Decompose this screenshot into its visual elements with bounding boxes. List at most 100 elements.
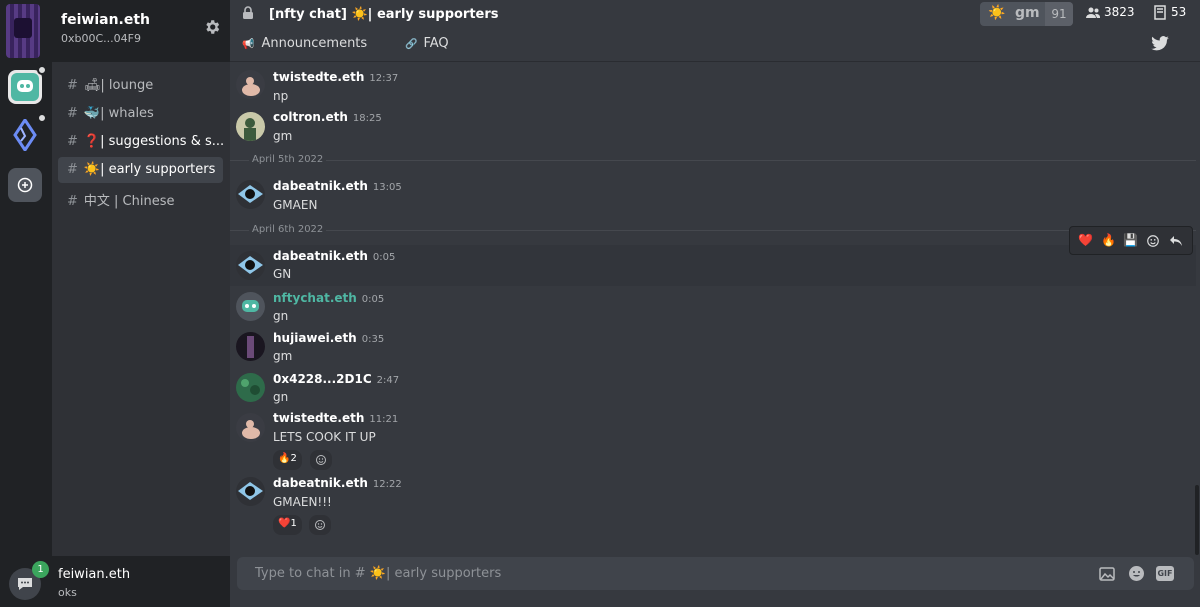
channel-label: 🛋| lounge — [83, 78, 154, 93]
fire-reaction-button[interactable]: 🔥 — [1101, 233, 1116, 247]
hash-icon: # — [67, 162, 78, 177]
message[interactable]: dabeatnik.eth 13:05 GMAEN — [230, 174, 1196, 216]
heart-reaction-button[interactable]: ❤️ — [1078, 233, 1093, 247]
message-author[interactable]: dabeatnik.eth 0:05 — [273, 249, 395, 263]
add-reaction-icon[interactable] — [1146, 234, 1160, 248]
plus-circle-icon — [17, 177, 33, 193]
message-timestamp: 11:21 — [369, 414, 399, 425]
user-name: feiwian.eth — [58, 567, 131, 582]
server-nftychat[interactable] — [8, 65, 47, 104]
chat-bubble-icon — [18, 578, 32, 590]
message-timestamp: 0:05 — [361, 294, 385, 305]
message-text: GMAEN!!! — [273, 495, 332, 509]
gear-icon[interactable] — [203, 18, 221, 36]
holders-count: 53 — [1171, 5, 1187, 19]
emoji-icon[interactable] — [1128, 565, 1145, 582]
message[interactable]: twistedte.eth 12:37 np — [230, 66, 1196, 108]
message[interactable]: 0x4228...2D1C 2:47 gn — [230, 368, 1196, 409]
unread-dot — [37, 113, 47, 123]
message-author[interactable]: dabeatnik.eth 13:05 — [273, 179, 402, 193]
message[interactable]: coltron.eth 18:25 gm — [230, 108, 1196, 150]
message-composer[interactable]: Type to chat in # ☀️| early supporters G… — [237, 557, 1194, 590]
tab-label: Announcements — [261, 36, 368, 51]
message-text: GN — [273, 267, 292, 281]
members-count: 3823 — [1104, 5, 1135, 19]
gm-count: 91 — [1045, 2, 1073, 26]
message-author[interactable]: twistedte.eth 11:21 — [273, 411, 398, 425]
message-timestamp: 2:47 — [376, 375, 400, 386]
message-input[interactable]: Type to chat in # ☀️| early supporters — [255, 566, 501, 581]
message-author[interactable]: twistedte.eth 12:37 — [273, 70, 398, 84]
members-icon[interactable] — [1086, 6, 1100, 19]
message-author[interactable]: hujiawei.eth 0:35 — [273, 331, 384, 345]
message[interactable]: nftychat.eth 0:05 gn — [230, 286, 1196, 327]
channel-chinese[interactable]: # 中文 | Chinese — [58, 185, 223, 211]
tab-announcements[interactable]: 📢 Announcements — [242, 36, 367, 51]
unread-dot — [37, 65, 47, 75]
avatar[interactable] — [236, 251, 265, 280]
avatar[interactable] — [236, 180, 265, 209]
hash-icon: # — [67, 194, 78, 209]
avatar[interactable] — [236, 70, 265, 99]
message[interactable]: dabeatnik.eth 0:05 GN — [230, 245, 1196, 286]
date-divider-label: April 5th 2022 — [249, 154, 327, 165]
server-ens[interactable] — [8, 113, 47, 152]
message-timestamp: 18:25 — [352, 113, 382, 124]
hash-icon: # — [67, 134, 78, 149]
message-timestamp: 0:35 — [361, 334, 385, 345]
message-text: gn — [273, 309, 289, 323]
channel-suggestions[interactable]: # ❓| suggestions & s... — [58, 129, 223, 155]
gm-button[interactable]: ☀️ gm 91 — [980, 2, 1073, 26]
user-status: oks — [58, 586, 77, 599]
gif-icon[interactable]: GIF — [1156, 566, 1174, 581]
message-text: LETS COOK IT UP — [273, 430, 376, 444]
reaction-heart[interactable]: ❤️1 — [273, 515, 302, 535]
avatar[interactable] — [236, 373, 265, 402]
emoji-add-icon — [316, 455, 326, 465]
link-icon: 🔗 — [405, 39, 418, 50]
sun-icon: ☀️ — [988, 5, 1006, 21]
reply-icon[interactable] — [1169, 235, 1183, 247]
message-author[interactable]: coltron.eth 18:25 — [273, 110, 382, 124]
channel-label: ☀️| early supporters — [83, 162, 216, 177]
channel-list: # 🛋| lounge # 🐳| whales # ❓| suggestions & … — [52, 62, 230, 556]
avatar[interactable] — [236, 332, 265, 361]
date-divider — [230, 160, 1196, 161]
message-list[interactable]: twistedte.eth 12:37 np coltron.eth 18:25 g… — [230, 62, 1200, 556]
channel-label: ❓| suggestions & s... — [83, 134, 223, 149]
message-author[interactable]: dabeatnik.eth 12:22 — [273, 476, 402, 490]
message[interactable]: hujiawei.eth 0:35 gm — [230, 327, 1196, 368]
message-text: gn — [273, 390, 289, 404]
message-author[interactable]: 0x4228...2D1C 2:47 — [273, 372, 399, 386]
user-panel[interactable]: 1 feiwian.eth oks — [0, 556, 230, 607]
message-text: gm — [273, 129, 293, 143]
channel-lounge[interactable]: # 🛋| lounge — [58, 73, 223, 99]
profile-avatar[interactable] — [6, 4, 40, 58]
gm-label: gm — [1015, 5, 1040, 21]
message[interactable]: twistedte.eth 11:21 LETS COOK IT UP 🔥2 — [230, 409, 1196, 475]
lock-icon — [243, 6, 253, 19]
avatar[interactable] — [236, 112, 265, 141]
tab-faq[interactable]: 🔗 FAQ — [405, 36, 449, 51]
reaction-fire[interactable]: 🔥2 — [273, 450, 302, 470]
twitter-icon[interactable] — [1150, 36, 1170, 52]
add-server-button[interactable] — [8, 168, 42, 202]
avatar[interactable] — [236, 413, 265, 442]
image-icon[interactable] — [1099, 566, 1115, 582]
nftychat-logo-icon — [17, 80, 33, 92]
message-author[interactable]: nftychat.eth 0:05 — [273, 291, 384, 305]
message[interactable]: dabeatnik.eth 12:22 GMAEN!!! ❤️1 — [230, 475, 1196, 541]
scrollbar[interactable] — [1195, 485, 1199, 555]
ens-logo-icon — [13, 119, 37, 151]
channel-early-supporters[interactable]: # ☀️| early supporters — [58, 157, 223, 183]
avatar[interactable] — [236, 292, 265, 321]
wallet-icon[interactable] — [1154, 5, 1166, 20]
profile-header[interactable]: feiwian.eth 0xb00C...04F9 — [0, 0, 230, 62]
profile-address: 0xb00C...04F9 — [61, 32, 141, 45]
channel-whales[interactable]: # 🐳| whales — [58, 101, 223, 127]
date-divider-label: April 6th 2022 — [249, 224, 327, 235]
save-button[interactable]: 💾 — [1123, 233, 1138, 247]
avatar[interactable] — [236, 477, 265, 506]
add-reaction-button[interactable] — [309, 515, 331, 535]
add-reaction-button[interactable] — [310, 450, 332, 470]
